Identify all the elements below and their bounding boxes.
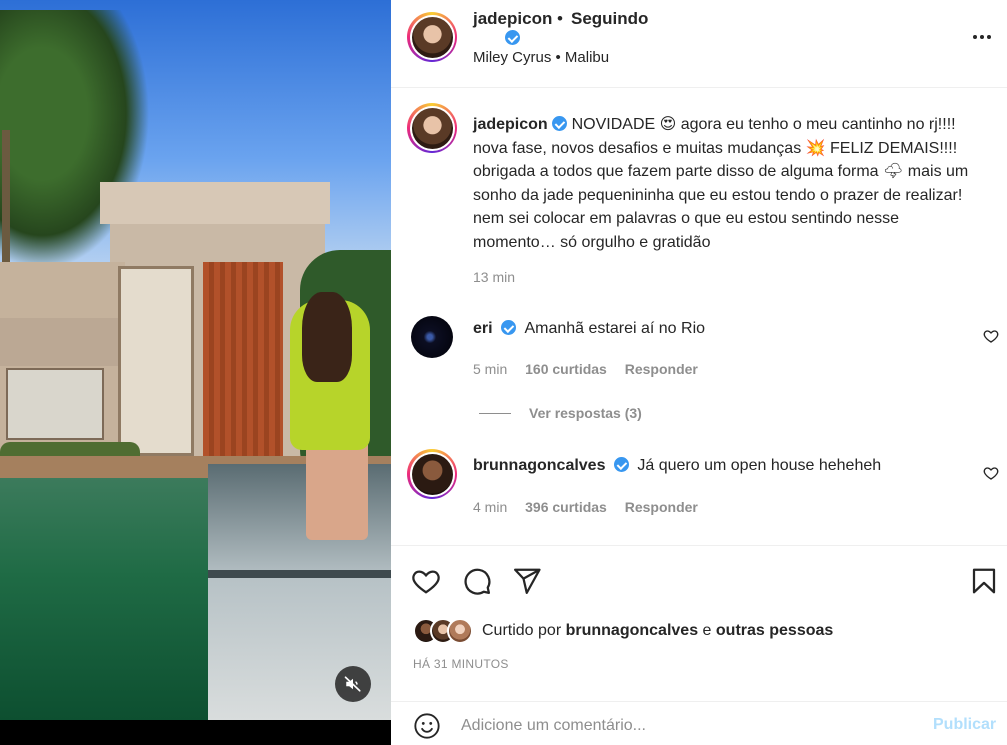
comment-likes[interactable]: 160 curtidas (525, 361, 607, 377)
caption-time[interactable]: 13 min (473, 269, 515, 285)
liked-by-user[interactable]: brunnagoncalves (566, 622, 698, 639)
liker-avatar (447, 618, 473, 644)
post-media[interactable] (0, 0, 391, 745)
comment-text: Já quero um open house heheheh (637, 457, 882, 474)
author-avatar[interactable] (407, 12, 457, 62)
verified-badge-icon (613, 457, 629, 472)
commenter-avatar-photo (411, 453, 453, 495)
caption-body: jadepicon NOVIDADE 😍 agora eu tenho o me… (473, 113, 973, 254)
person-hair (302, 292, 352, 382)
comment-body: eri Amanhã estarei aí no Rio (473, 320, 705, 338)
house-window-center (118, 266, 194, 456)
emoji-icon[interactable] (413, 712, 441, 740)
commenter-username[interactable]: brunnagoncalves (473, 457, 605, 474)
speaker-muted-icon (344, 676, 361, 692)
house-balcony (0, 318, 118, 366)
publish-button[interactable]: Publicar (933, 716, 996, 734)
commenter-avatar[interactable] (411, 316, 453, 358)
caption-avatar[interactable] (407, 103, 457, 153)
pool-water (0, 478, 212, 720)
house-door (203, 262, 283, 458)
replies-line (479, 412, 511, 414)
paper-plane-icon[interactable] (512, 566, 542, 596)
add-comment-bar: Publicar (391, 701, 1007, 745)
post-sidebar: jadepicon • Seguindo Miley Cyrus • Malib… (391, 0, 1007, 745)
comment-meta: 4 min 396 curtidas Responder (473, 499, 712, 515)
comment-text: Amanhã estarei aí no Rio (524, 320, 706, 337)
liked-by-prefix: Curtido por (482, 622, 562, 639)
comment-body: brunnagoncalves Já quero um open house h… (473, 457, 881, 475)
heart-icon[interactable] (411, 566, 441, 596)
view-replies-button[interactable]: Ver respostas (3) (479, 405, 642, 421)
liked-by-others[interactable]: outras pessoas (716, 622, 833, 639)
caption-avatar-photo (411, 107, 453, 149)
comment-meta: 5 min 160 curtidas Responder (473, 361, 712, 377)
liked-by-text: Curtido por brunnagoncalves e outras pes… (482, 622, 833, 640)
verified-badge-icon (552, 116, 568, 131)
commenter-avatar[interactable] (407, 449, 457, 499)
reply-button[interactable]: Responder (625, 499, 698, 515)
comment-input[interactable] (461, 713, 911, 739)
comment-likes[interactable]: 396 curtidas (525, 499, 607, 515)
comment-bubble-icon[interactable] (462, 566, 492, 596)
liked-by-joiner: e (702, 622, 712, 639)
post-actions: Curtido por brunnagoncalves e outras pes… (391, 545, 1007, 745)
bookmark-icon[interactable] (969, 566, 999, 596)
caption-text: NOVIDADE 😍 agora eu tenho o meu cantinho… (473, 116, 969, 251)
view-replies-label: Ver respostas (3) (529, 405, 642, 421)
author-avatar-photo (411, 16, 453, 58)
more-options-icon[interactable] (969, 27, 995, 47)
comment-time[interactable]: 4 min (473, 499, 507, 515)
house-window-left (6, 368, 104, 440)
post-video-frame (0, 0, 391, 720)
walkway-edge (208, 570, 391, 578)
caption-username[interactable]: jadepicon (473, 116, 548, 133)
verified-badge-icon (505, 30, 520, 45)
post-location[interactable]: Miley Cyrus • Malibu (473, 49, 609, 66)
author-username[interactable]: jadepicon (473, 9, 552, 29)
heart-icon[interactable] (983, 328, 999, 344)
post-timestamp[interactable]: HÁ 31 MINUTOS (413, 657, 509, 671)
post-header: jadepicon • Seguindo Miley Cyrus • Malib… (391, 0, 1007, 88)
verified-badge-icon (501, 320, 517, 335)
comment-time[interactable]: 5 min (473, 361, 507, 377)
mute-button[interactable] (335, 666, 371, 702)
house-roof (100, 182, 330, 224)
header-separator: • (557, 9, 563, 28)
heart-icon[interactable] (983, 465, 999, 481)
liked-by[interactable]: Curtido por brunnagoncalves e outras pes… (413, 618, 833, 644)
following-button[interactable]: Seguindo (571, 9, 648, 29)
reply-button[interactable]: Responder (625, 361, 698, 377)
commenter-username[interactable]: eri (473, 320, 493, 337)
